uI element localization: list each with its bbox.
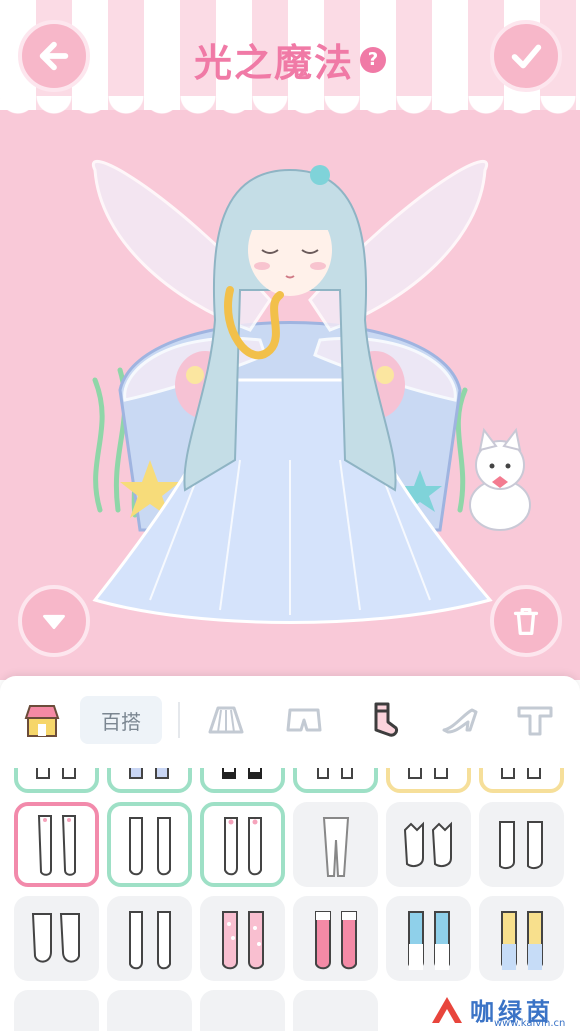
collapse-button[interactable] [18,585,90,657]
sock-icon [500,768,541,779]
sock-item[interactable] [479,802,564,887]
skirt-icon [208,706,244,734]
checkmark-icon [511,44,542,69]
sock-item[interactable] [386,802,471,887]
sock-icon [128,816,171,875]
trash-icon [513,607,539,636]
tab-shorts[interactable] [276,696,332,744]
sock-item[interactable] [14,990,99,1031]
sock-item[interactable] [200,990,285,1031]
sock-item[interactable] [200,802,285,887]
shorts-icon [286,708,322,732]
sock-item[interactable] [107,768,192,793]
sock-icon [31,912,80,962]
sock-icon [403,821,452,867]
sock-item[interactable] [293,896,378,981]
wardrobe-panel: 百搭 [0,676,580,1031]
sock-icon [128,910,171,969]
sock-item-selected[interactable] [14,802,99,887]
sock-item[interactable] [107,896,192,981]
sock-icon [407,768,448,779]
dress-up-stage: 光之魔法? [0,0,580,680]
shop-icon [24,705,60,737]
sock-icon [221,768,262,779]
remove-outfit-button[interactable] [490,585,562,657]
tab-socks[interactable] [354,696,410,744]
tab-shop[interactable] [20,696,64,744]
confirm-button[interactable] [490,20,562,92]
sock-icon [35,768,76,779]
sock-icon [314,910,357,969]
mix-match-button[interactable]: 百搭 [80,696,162,744]
sock-icon [128,768,169,779]
sock-item[interactable] [14,768,99,793]
sock-item[interactable] [479,896,564,981]
tab-shoes[interactable] [432,696,488,744]
sock-icon [223,816,262,875]
sock-icon [407,910,450,970]
sock-item[interactable] [107,990,192,1031]
sock-item[interactable] [107,802,192,887]
high-heel-icon [442,708,478,734]
sock-icon [316,768,353,779]
sock-icon [221,910,264,969]
sock-item[interactable] [200,896,285,981]
sock-icon [37,814,76,876]
page-title: 光之魔法 [193,41,354,85]
sock-item[interactable] [293,768,378,793]
sock-icon [498,820,543,869]
sock-item[interactable] [479,768,564,793]
awning-scallop [0,96,580,124]
help-icon[interactable]: ? [360,46,386,73]
triangle-down-icon [43,614,65,630]
category-toolbar: 百搭 [0,676,580,764]
top-icon [517,706,553,736]
white-cat [469,427,531,531]
sock-item[interactable] [386,768,471,793]
sock-item[interactable] [293,990,378,1031]
toolbar-divider [178,702,180,738]
tab-skirt[interactable] [198,696,254,744]
sock-icon [322,816,349,877]
sock-item[interactable] [14,896,99,981]
character-illustration [91,159,531,624]
watermark: 咖绿茵 www.kalvin.cn [430,988,580,1031]
sock-item[interactable] [386,896,471,981]
sock-item[interactable] [293,802,378,887]
watermark-logo-icon [432,996,462,1023]
hair-ornament [310,165,330,185]
sock-item[interactable] [200,768,285,793]
sock-icon [374,702,398,737]
watermark-url: www.kalvin.cn [494,1018,566,1029]
sock-icon [500,910,543,970]
tab-tops[interactable] [510,696,560,744]
